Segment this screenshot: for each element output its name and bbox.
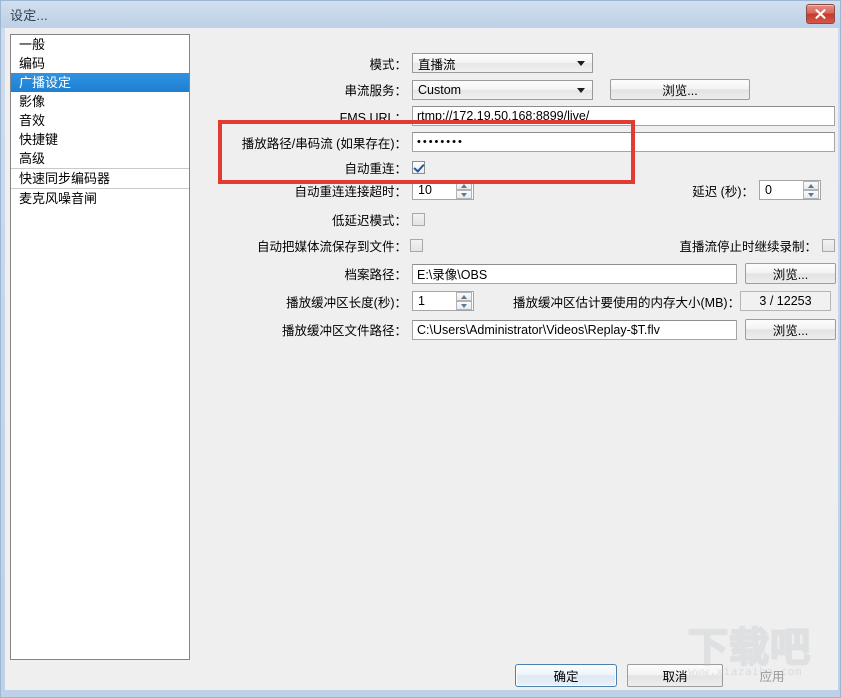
browse-service-button[interactable]: 浏览... [610, 79, 750, 100]
fms-url-input[interactable]: rtmp://172.19.50.168:8899/live/ [412, 106, 835, 126]
replay-buffer-length-label: 播放缓冲区长度(秒)： [286, 295, 407, 310]
stepper-buttons[interactable] [456, 292, 472, 310]
reconnect-timeout-stepper[interactable]: 10 [412, 180, 474, 200]
delay-stepper[interactable]: 0 [759, 180, 821, 200]
replay-buffer-path-input[interactable]: C:\Users\Administrator\Videos\Replay-$T.… [412, 319, 737, 340]
sidebar-item-encoding[interactable]: 编码 [11, 54, 189, 73]
sidebar-item-general[interactable]: 一般 [11, 35, 189, 54]
stream-key-value: •••••••• [417, 136, 464, 148]
low-latency-label: 低延迟模式： [331, 214, 407, 228]
stepper-up-icon[interactable] [803, 181, 819, 190]
stream-service-value: Custom [418, 82, 462, 97]
chevron-down-icon [577, 87, 585, 93]
window-title: 设定... [10, 8, 48, 23]
replay-buffer-path-value: C:\Users\Administrator\Videos\Replay-$T.… [417, 322, 660, 337]
broadcast-settings-form: 模式： 直播流 串流服务： Custom 浏览... FMS URL： rtmp… [195, 28, 838, 690]
stream-key-input[interactable]: •••••••• [412, 132, 835, 152]
stepper-down-icon[interactable] [456, 301, 472, 310]
stepper-down-icon[interactable] [456, 190, 472, 199]
sidebar-item-mic-noise-gate[interactable]: 麦克风噪音闸 [11, 188, 189, 208]
low-latency-checkbox[interactable] [412, 213, 425, 226]
save-stream-to-file-checkbox[interactable] [410, 239, 423, 252]
sidebar-item-broadcast-settings[interactable]: 广播设定 [11, 73, 189, 92]
stepper-down-icon[interactable] [803, 190, 819, 199]
reconnect-timeout-value: 10 [418, 183, 432, 197]
sidebar-item-advanced[interactable]: 高级 [11, 149, 189, 168]
stepper-buttons[interactable] [456, 181, 472, 199]
sidebar-item-quick-sync-encoder[interactable]: 快速同步编码器 [11, 168, 189, 188]
sidebar-item-audio[interactable]: 音效 [11, 111, 189, 130]
fms-url-value: rtmp://172.19.50.168:8899/live/ [417, 109, 590, 123]
auto-reconnect-label: 自动重连： [344, 162, 407, 176]
cancel-button[interactable]: 取消 [627, 664, 723, 687]
close-icon[interactable] [806, 4, 835, 24]
file-path-input[interactable]: E:\录像\OBS [412, 263, 737, 284]
stepper-up-icon[interactable] [456, 181, 472, 190]
client-area: 一般 编码 广播设定 影像 音效 快捷键 高级 快速同步编码器 麦克风噪音闸 模… [5, 28, 838, 690]
delay-label: 延迟 (秒)： [692, 184, 754, 199]
browse-replay-path-button[interactable]: 浏览... [745, 319, 836, 340]
replay-buffer-path-label: 播放缓冲区文件路径： [281, 324, 407, 338]
mode-label: 模式： [369, 57, 407, 72]
replay-buffer-memory-label: 播放缓冲区估计要使用的内存大小(MB)： [513, 295, 741, 310]
settings-category-list[interactable]: 一般 编码 广播设定 影像 音效 快捷键 高级 快速同步编码器 麦克风噪音闸 [10, 34, 190, 660]
stream-service-select[interactable]: Custom [412, 79, 593, 100]
replay-buffer-length-value: 1 [418, 294, 425, 308]
replay-buffer-length-stepper[interactable]: 1 [412, 291, 474, 311]
file-path-label: 档案路径： [344, 268, 407, 282]
sidebar-item-video[interactable]: 影像 [11, 92, 189, 111]
stream-service-label: 串流服务： [344, 84, 407, 98]
keep-recording-label: 直播流停止时继续录制： [679, 240, 817, 254]
stepper-up-icon[interactable] [456, 292, 472, 301]
save-stream-to-file-label: 自动把媒体流保存到文件： [256, 240, 407, 254]
mode-select[interactable]: 直播流 [412, 53, 593, 73]
file-path-value: E:\录像\OBS [417, 268, 488, 282]
apply-button: 应用 [759, 670, 785, 684]
delay-value: 0 [765, 183, 772, 197]
reconnect-timeout-label: 自动重连连接超时： [294, 184, 407, 199]
stream-key-label: 播放路径/串码流 (如果存在)： [241, 136, 407, 151]
ok-button[interactable]: 确定 [515, 664, 617, 687]
replay-buffer-memory-value: 3 / 12253 [740, 291, 831, 311]
chevron-down-icon [577, 61, 585, 66]
browse-file-path-button[interactable]: 浏览... [745, 263, 836, 284]
settings-window: 设定... 一般 编码 广播设定 影像 音效 快捷键 高级 快速同步编码器 麦克… [0, 0, 841, 698]
stepper-buttons[interactable] [803, 181, 819, 199]
sidebar-item-hotkeys[interactable]: 快捷键 [11, 130, 189, 149]
fms-url-label: FMS URL： [339, 110, 407, 125]
auto-reconnect-checkbox[interactable] [412, 161, 425, 174]
title-bar: 设定... [1, 1, 840, 28]
mode-value: 直播流 [418, 57, 456, 72]
keep-recording-checkbox[interactable] [822, 239, 835, 252]
